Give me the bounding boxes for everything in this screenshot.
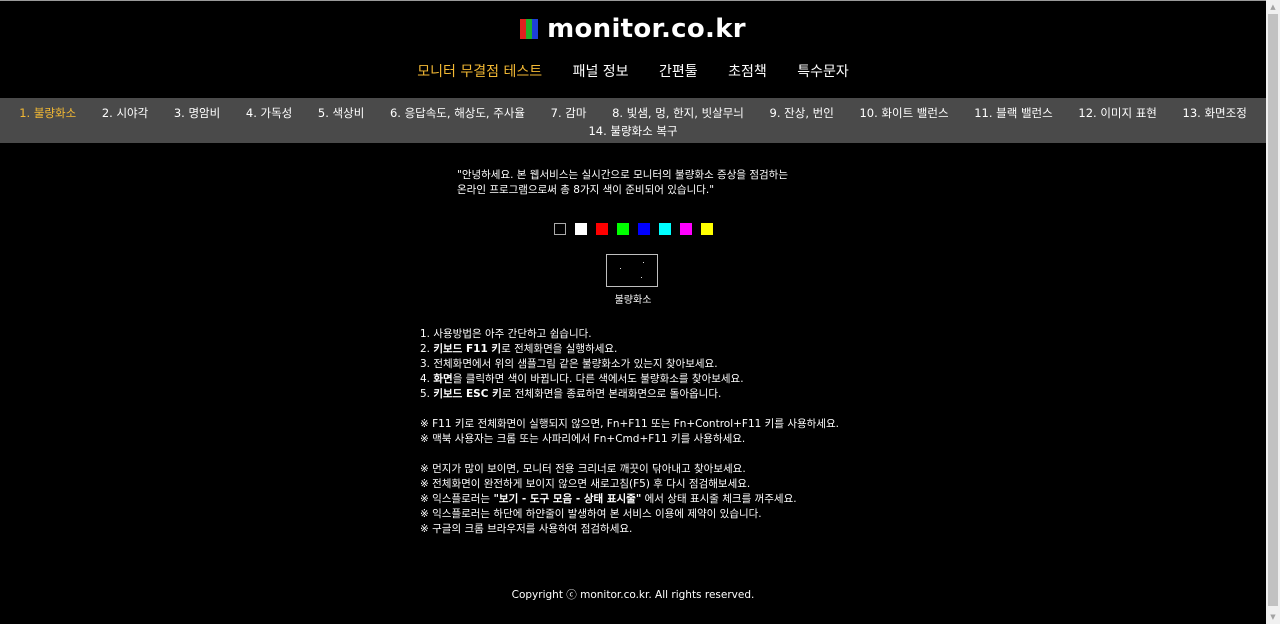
sub-nav-contrast[interactable]: 3. 명암비 <box>174 106 220 120</box>
sample-pixel-dot <box>643 262 644 263</box>
main-nav-pixel-test[interactable]: 모니터 무결점 테스트 <box>417 64 542 80</box>
step-3: 3. 전체화면에서 위의 샘플그림 같은 불량화소가 있는지 찾아보세요. <box>420 357 839 372</box>
main-nav-special-chars[interactable]: 특수문자 <box>797 64 849 80</box>
scroll-down-arrow-icon[interactable]: ▼ <box>1266 610 1280 624</box>
step-2: 2. 키보드 F11 키로 전체화면을 실행하세요. <box>420 342 839 357</box>
sub-nav-gamma[interactable]: 7. 감마 <box>551 106 587 120</box>
sub-nav-afterimage[interactable]: 9. 잔상, 번인 <box>770 106 834 120</box>
intro-line-2: 온라인 프로그램으로써 총 8가지 색이 준비되어 있습니다." <box>457 184 715 196</box>
note-explorer-line: ※ 익스플로러는 하단에 하얀줄이 발생하여 본 서비스 이용에 제약이 있습니… <box>420 508 762 520</box>
main-nav: 모니터 무결점 테스트 패널 정보 간편툴 초점책 특수문자 <box>0 61 1266 81</box>
sub-nav-screen-adjust[interactable]: 13. 화면조정 <box>1183 106 1247 120</box>
main-nav-panel-info[interactable]: 패널 정보 <box>573 64 629 80</box>
text-segment: 4. <box>420 373 434 385</box>
sample-pixel-dot <box>641 277 642 278</box>
text-segment: 5. <box>420 388 434 400</box>
swatch-magenta[interactable] <box>680 223 692 235</box>
emphasis-text: "보기 - 도구 모음 - 상태 표시줄" <box>493 493 642 505</box>
page: monitor.co.kr 모니터 무결점 테스트 패널 정보 간편툴 초점책 … <box>0 0 1266 624</box>
text-segment: ※ 익스플로러는 <box>420 493 494 505</box>
text-segment: 을 클릭하면 색이 바뀝니다. 다른 색에서도 불량화소를 찾아보세요. <box>452 373 744 385</box>
text-segment: 사용방법은 아주 간단하고 쉽습니다. <box>433 328 592 340</box>
swatch-white[interactable] <box>575 223 587 235</box>
instructions: 1. 사용방법은 아주 간단하고 쉽습니다. 2. 키보드 F11 키로 전체화… <box>420 327 839 537</box>
text-segment: 3. <box>420 358 434 370</box>
footer-copyright: Copyright ⓒ monitor.co.kr. All rights re… <box>511 589 755 601</box>
step-4: 4. 화면을 클릭하면 색이 바뀝니다. 다른 색에서도 불량화소를 찾아보세요… <box>420 372 839 387</box>
swatch-yellow[interactable] <box>701 223 713 235</box>
intro-line-1: "안녕하세요. 본 웹서비스는 실시간으로 모니터의 불량화소 증상을 점검하는 <box>457 169 788 181</box>
swatch-blue[interactable] <box>638 223 650 235</box>
swatch-green[interactable] <box>617 223 629 235</box>
text-segment: 전체화면에서 위의 샘플그림 같은 불량화소가 있는지 찾아보세요. <box>433 358 718 370</box>
color-swatches <box>554 223 722 235</box>
emphasis-text: 키보드 ESC 키 <box>433 388 502 400</box>
sub-nav-readability[interactable]: 4. 가독성 <box>246 106 292 120</box>
scrollbar-thumb[interactable] <box>1268 14 1278 606</box>
sub-nav-black-balance[interactable]: 11. 블랙 밸런스 <box>974 106 1053 120</box>
sub-nav-backlight-bleed[interactable]: 8. 빛샘, 멍, 한지, 빗살무늬 <box>612 106 744 120</box>
text-segment: 2. <box>420 343 434 355</box>
note-macbook: ※ 맥북 사용자는 크롬 또는 사파리에서 Fn+Cmd+F11 키를 사용하세… <box>420 433 746 445</box>
dead-pixel-sample-image <box>606 254 658 287</box>
swatch-black[interactable] <box>554 223 566 235</box>
note-use-chrome: ※ 구글의 크롬 브라우저를 사용하여 점검하세요. <box>420 523 633 535</box>
emphasis-text: 키보드 F11 키 <box>433 343 502 355</box>
sample-label: 불량화소 <box>614 295 652 306</box>
logo-inner[interactable]: monitor.co.kr <box>520 14 746 44</box>
test-sub-nav: 1. 불량화소 2. 시야각 3. 명암비 4. 가독성 5. 색상비 6. 응… <box>0 98 1266 143</box>
text-segment: 로 전체화면을 종료하면 본래화면으로 돌아옵니다. <box>501 388 722 400</box>
main-nav-focus-book[interactable]: 초점책 <box>728 64 767 80</box>
sub-nav-dead-pixel[interactable]: 1. 불량화소 <box>19 106 76 120</box>
sub-nav-image-rendering[interactable]: 12. 이미지 표현 <box>1078 106 1157 120</box>
site-logo[interactable]: monitor.co.kr <box>0 14 1266 44</box>
text-segment: 1. <box>420 328 434 340</box>
sub-nav-color-ratio[interactable]: 5. 색상비 <box>318 106 364 120</box>
sub-nav-viewing-angle[interactable]: 2. 시야각 <box>102 106 148 120</box>
note-refresh: ※ 전체화면이 완전하게 보이지 않으면 새로고침(F5) 후 다시 점검해보세… <box>420 478 751 490</box>
note-explorer-statusbar: ※ 익스플로러는 "보기 - 도구 모음 - 상태 표시줄" 에서 상태 표시줄… <box>420 492 839 507</box>
note-dust: ※ 먼지가 많이 보이면, 모니터 전용 크리너로 깨끗이 닦아내고 찾아보세요… <box>420 463 746 475</box>
site-title[interactable]: monitor.co.kr <box>547 14 746 44</box>
sub-nav-white-balance[interactable]: 10. 화이트 밸런스 <box>859 106 948 120</box>
rgb-logo-icon <box>520 19 539 39</box>
step-5: 5. 키보드 ESC 키로 전체화면을 종료하면 본래화면으로 돌아옵니다. <box>420 387 839 402</box>
text-segment: 에서 상태 표시줄 체크를 꺼주세요. <box>641 493 797 505</box>
note-f11: ※ F11 키로 전체화면이 실행되지 않으면, Fn+F11 또는 Fn+Co… <box>420 418 839 430</box>
sub-nav-response-time[interactable]: 6. 응답속도, 해상도, 주사율 <box>390 106 525 120</box>
vertical-scrollbar[interactable]: ▲ ▼ <box>1266 0 1280 624</box>
sub-nav-pixel-repair[interactable]: 14. 불량화소 복구 <box>588 124 677 138</box>
text-segment: 로 전체화면을 실행하세요. <box>501 343 618 355</box>
swatch-cyan[interactable] <box>659 223 671 235</box>
step-1: 1. 사용방법은 아주 간단하고 쉽습니다. <box>420 327 839 342</box>
logo-blue-bar <box>532 19 539 39</box>
main-nav-simple-tools[interactable]: 간편툴 <box>659 64 698 80</box>
emphasis-text: 화면 <box>433 373 453 385</box>
swatch-red[interactable] <box>596 223 608 235</box>
sample-pixel-dot <box>620 268 621 269</box>
intro-text: "안녕하세요. 본 웹서비스는 실시간으로 모니터의 불량화소 증상을 점검하는… <box>457 168 788 198</box>
scroll-up-arrow-icon[interactable]: ▲ <box>1266 0 1280 14</box>
